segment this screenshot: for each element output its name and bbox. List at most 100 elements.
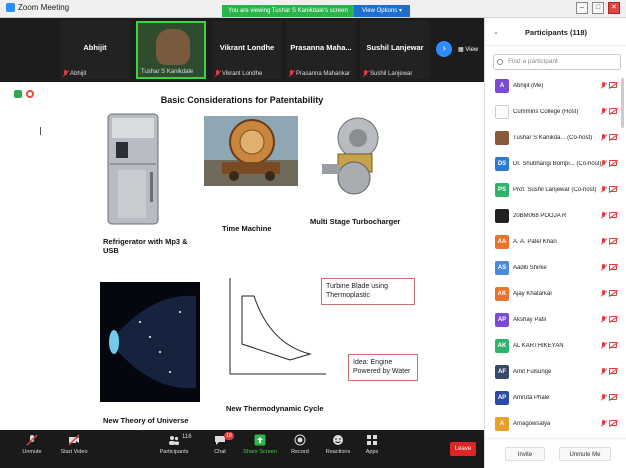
next-page-icon[interactable]: › xyxy=(436,41,452,57)
maximize-button[interactable]: □ xyxy=(592,2,604,14)
mic-muted-icon xyxy=(363,70,368,77)
video-tile[interactable]: Vikrant Londhe Vikrant Londhe xyxy=(212,21,282,79)
participant-search-input[interactable]: Find a participant xyxy=(493,54,621,70)
tile-label: Tushar S Kanikdale xyxy=(141,69,193,75)
participant-row[interactable]: 20BM068 POOJA R xyxy=(485,204,626,230)
video-tile-active[interactable]: Tushar S Kanikdale xyxy=(136,21,206,79)
participant-name: Abhijit (Me) xyxy=(513,83,544,89)
tile-label: Sushil Lanjewar xyxy=(363,70,412,77)
participant-name: Cummins College (Host) xyxy=(513,109,579,115)
tile-label: Abhijit xyxy=(63,70,86,77)
mic-muted-icon xyxy=(601,82,606,89)
video-off-icon xyxy=(609,186,617,192)
refrigerator-image xyxy=(107,113,159,225)
participant-name: Amit Fulsunge xyxy=(513,369,552,375)
panel-title: Participants (118) xyxy=(524,28,588,37)
zoom-logo-icon xyxy=(6,3,15,12)
participant-row[interactable]: Tushar S Kanikda... (Co-host) xyxy=(485,126,626,152)
participant-row[interactable]: AK AL KARTHIKEYAN xyxy=(485,334,626,360)
participant-status-icons xyxy=(601,134,617,141)
participant-status-icons xyxy=(601,186,617,193)
leave-button[interactable]: Leave xyxy=(450,442,476,456)
participant-name: Akshay Patil xyxy=(513,317,547,323)
tile-label-text: Abhijit xyxy=(70,70,87,77)
video-off-icon xyxy=(609,108,617,114)
chat-button[interactable]: Chat xyxy=(198,434,242,455)
start-video-label: Start Video xyxy=(60,449,88,455)
share-screen-button[interactable]: Share Screen xyxy=(238,434,282,455)
slide-title: Basic Considerations for Patentability xyxy=(160,95,324,105)
participant-status-icons xyxy=(601,420,617,427)
video-off-icon xyxy=(609,212,617,218)
mic-muted-icon xyxy=(601,160,606,167)
universe-image xyxy=(100,282,200,402)
chevron-down-icon: ▾ xyxy=(398,8,402,14)
participant-row[interactable]: Cummins College (Host) xyxy=(485,100,626,126)
avatar: AK xyxy=(495,287,509,301)
start-video-button[interactable]: Start Video xyxy=(52,434,96,455)
participant-status-icons xyxy=(601,108,617,115)
record-label: Record xyxy=(291,449,309,455)
video-tile[interactable]: Sushil Lanjewar Sushil Lanjewar xyxy=(360,21,430,79)
participant-row[interactable]: A Abhijit (Me) xyxy=(485,74,626,100)
caption-turbocharger: Multi Stage Turbocharger xyxy=(310,217,401,226)
tile-label: Prasanna Mahankar xyxy=(289,70,350,77)
mic-muted-icon xyxy=(601,394,606,401)
video-off-icon xyxy=(609,290,617,296)
mic-off-icon xyxy=(26,434,38,446)
mic-muted-icon xyxy=(601,134,606,141)
participant-video xyxy=(156,29,190,65)
share-screen-icon xyxy=(254,434,266,446)
participant-row[interactable]: AP Akshay Patil xyxy=(485,308,626,334)
view-button[interactable]: ▦ View xyxy=(458,46,478,53)
video-tile[interactable]: Prasanna Maha... Prasanna Mahankar xyxy=(286,21,356,79)
participant-row[interactable]: AA A. A. Patel Khan xyxy=(485,230,626,256)
video-off-icon xyxy=(609,264,617,270)
mic-muted-icon xyxy=(601,212,606,219)
apps-button[interactable]: Apps xyxy=(350,434,394,455)
tile-name: Prasanna Maha... xyxy=(290,43,352,52)
avatar: AS xyxy=(495,261,509,275)
unmute-button[interactable]: Unmute xyxy=(10,434,54,455)
participant-row[interactable]: AS Aaditi Shirke xyxy=(485,256,626,282)
view-options-button[interactable]: View Options ▾ xyxy=(354,5,410,17)
video-off-icon xyxy=(68,434,80,446)
avatar: PS xyxy=(495,183,509,197)
caption-time-machine: Time Machine xyxy=(222,224,272,233)
title-bar: Zoom Meeting You are viewing Tushar S Ka… xyxy=(0,0,626,18)
record-icon xyxy=(294,434,306,446)
video-off-icon xyxy=(609,368,617,374)
participant-row[interactable]: AK Ajay Khatarkar xyxy=(485,282,626,308)
meeting-toolbar: Unmute Start Video Participants 116 Chat… xyxy=(0,430,484,468)
shared-screen: Basic Considerations for Patentability R… xyxy=(0,82,484,430)
participant-row[interactable]: AF Amit Fulsunge xyxy=(485,360,626,386)
avatar: AP xyxy=(495,391,509,405)
invite-button[interactable]: Invite xyxy=(505,447,545,461)
tile-label-text: Tushar S Kanikdale xyxy=(141,69,194,75)
apps-icon xyxy=(367,435,377,445)
participant-row[interactable]: AP Amruta Phale xyxy=(485,386,626,412)
participant-name: Tushar S Kanikda... (Co-host) xyxy=(513,135,593,141)
minimize-button[interactable]: – xyxy=(576,2,588,14)
participant-row[interactable]: PS Prof. Sushil Lanjewar (Co-host) xyxy=(485,178,626,204)
mic-muted-icon xyxy=(601,264,606,271)
chat-label: Chat xyxy=(214,449,226,455)
participant-name: Amruta Phale xyxy=(513,395,550,401)
reactions-label: Reactions xyxy=(325,449,351,455)
participant-status-icons xyxy=(601,316,617,323)
tile-label-text: Vikrant Londhe xyxy=(222,70,263,77)
avatar: AK xyxy=(495,339,509,353)
app-title: Zoom Meeting xyxy=(6,3,69,12)
mic-muted-icon xyxy=(601,186,606,193)
viewing-banner: You are viewing Tushar S Kanikdale's scr… xyxy=(222,5,354,17)
avatar xyxy=(495,209,509,223)
unmute-me-button[interactable]: Unmute Me xyxy=(559,447,611,461)
participant-status-icons xyxy=(601,368,617,375)
participant-row[interactable]: A Amagowsalya xyxy=(485,412,626,438)
close-button[interactable]: ✕ xyxy=(608,2,620,14)
participant-status-icons xyxy=(601,160,617,167)
participant-row[interactable]: DS Dr. Shubhangi Bompi... (Co-host) xyxy=(485,152,626,178)
participant-status-icons xyxy=(601,342,617,349)
video-tile[interactable]: Abhijit Abhijit xyxy=(60,21,130,79)
caption-refrigerator: Refrigerator with Mp3 & USB xyxy=(103,237,188,256)
